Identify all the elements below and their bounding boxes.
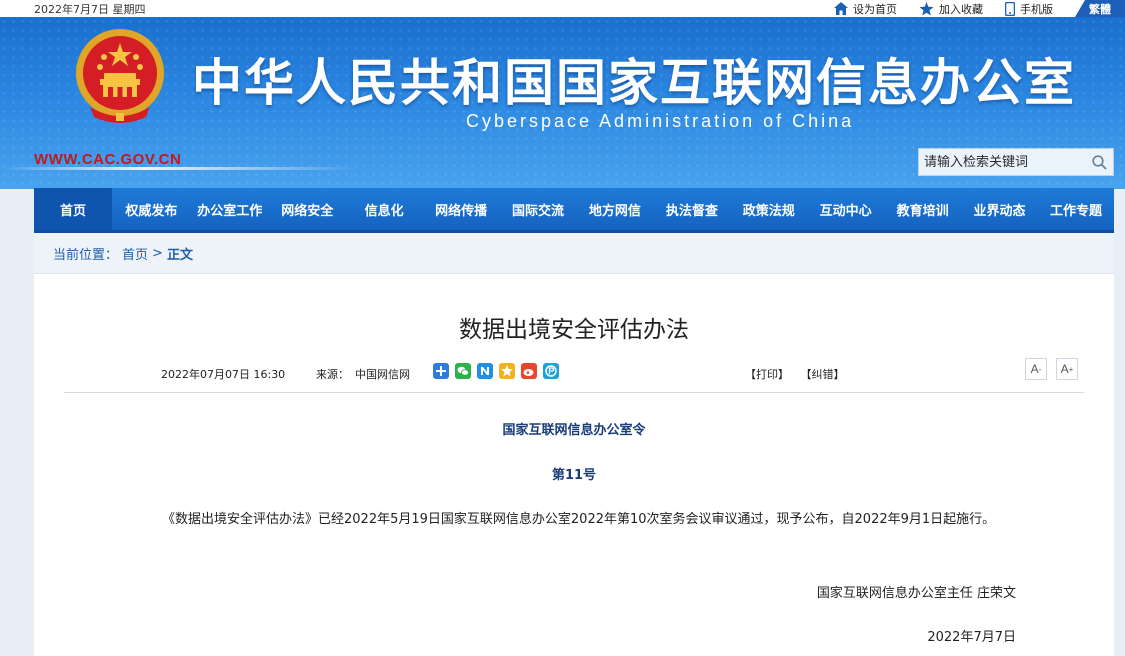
nav-item-international[interactable]: 国际交流 — [500, 188, 577, 230]
nav-item-local[interactable]: 地方网信 — [576, 188, 653, 230]
nav-item-topics[interactable]: 工作专题 — [1038, 188, 1114, 230]
mobile-version-link[interactable]: 手机版 — [1005, 1, 1053, 17]
breadcrumb-separator: > — [152, 245, 163, 261]
top-strip: 2022年7月7日 星期四 设为首页 加入收藏 手机版 繁體 — [0, 0, 1125, 17]
site-title-cn: 中华人民共和国国家互联网信息办公室 — [192, 54, 1076, 112]
set-homepage-label: 设为首页 — [853, 2, 897, 16]
nav-item-office-work[interactable]: 办公室工作 — [191, 188, 269, 230]
traditional-chinese-button[interactable]: 繁體 — [1075, 0, 1125, 17]
phone-icon — [1005, 1, 1015, 16]
search-input[interactable] — [919, 149, 1086, 175]
font-decrease-label: A — [1030, 362, 1039, 376]
print-correct-links: 【打印】 【纠错】 — [745, 366, 853, 382]
nav-item-education[interactable]: 教育培训 — [884, 188, 961, 230]
source-label: 来源： — [316, 368, 349, 381]
breadcrumb-home-link[interactable]: 首页 — [122, 244, 148, 263]
nav-item-home[interactable]: 首页 — [34, 188, 112, 230]
order-title: 国家互联网信息办公室令 — [502, 423, 646, 438]
order-number: 第11号 — [551, 468, 597, 483]
nav-item-enforcement[interactable]: 执法督查 — [653, 188, 730, 230]
nav-item-industry[interactable]: 业界动态 — [961, 188, 1038, 230]
search-button[interactable] — [1086, 149, 1113, 175]
share-more-icon[interactable] — [433, 363, 449, 379]
font-increase-label: A — [1060, 362, 1069, 376]
article-paragraph: 《数据出境安全评估办法》已经2022年5月19日国家互联网信息办公室2022年第… — [162, 512, 996, 527]
nav-item-policy[interactable]: 政策法规 — [730, 188, 807, 230]
breadcrumb-current: 正文 — [166, 247, 193, 263]
current-date: 2022年7月7日 星期四 — [34, 3, 146, 16]
article-datetime: 2022年07月07日 16:30 — [161, 368, 286, 381]
signature-date: 2022年7月7日 — [927, 630, 1016, 645]
correct-link[interactable]: 【纠错】 — [801, 368, 845, 381]
breadcrumb-prefix: 当前位置： — [53, 247, 119, 263]
font-decrease-button[interactable]: A- — [1025, 358, 1047, 380]
national-emblem-icon — [76, 29, 164, 123]
home-icon — [834, 2, 848, 15]
search-box — [918, 148, 1114, 176]
content-panel: 当前位置： 首页 > 正文 数据出境安全评估办法 2022年07月07日 16:… — [34, 233, 1114, 656]
mobile-version-label: 手机版 — [1020, 2, 1053, 16]
share-icons — [433, 363, 565, 379]
article-title: 数据出境安全评估办法 — [459, 317, 689, 343]
font-increase-button[interactable]: A + — [1056, 358, 1078, 380]
set-homepage-link[interactable]: 设为首页 — [834, 1, 897, 17]
nav-item-informatization[interactable]: 信息化 — [346, 188, 423, 230]
signature: 国家互联网信息办公室主任 庄荣文 — [816, 586, 1016, 601]
star-icon — [919, 1, 934, 15]
nav-item-authoritative[interactable]: 权威发布 — [112, 188, 191, 230]
site-url: WWW.CAC.GOV.CN — [34, 151, 182, 168]
netease-icon[interactable] — [477, 363, 493, 379]
site-title-en: Cyberspace Administration of China — [466, 111, 855, 131]
main-nav: 首页 权威发布 办公室工作 网络安全 信息化 网络传播 国际交流 地方网信 执法… — [34, 188, 1114, 233]
header-banner: 中华人民共和国国家互联网信息办公室 Cyberspace Administrat… — [0, 17, 1125, 189]
nav-item-interaction[interactable]: 互动中心 — [807, 188, 884, 230]
nav-item-cybersecurity[interactable]: 网络安全 — [269, 188, 346, 230]
title-divider — [64, 392, 1084, 393]
weibo-icon[interactable] — [521, 363, 537, 379]
search-icon — [1092, 154, 1107, 170]
add-favorite-link[interactable]: 加入收藏 — [919, 1, 983, 17]
print-link[interactable]: 【打印】 — [745, 368, 789, 381]
nav-item-communication[interactable]: 网络传播 — [423, 188, 500, 230]
top-links: 设为首页 加入收藏 手机版 繁體 — [834, 0, 1125, 17]
share-p-icon[interactable] — [543, 363, 559, 379]
wechat-icon[interactable] — [455, 363, 471, 379]
qzone-icon[interactable] — [499, 363, 515, 379]
breadcrumb: 当前位置： 首页 > 正文 — [34, 233, 1114, 274]
article-source: 中国网信网 — [355, 368, 410, 381]
add-favorite-label: 加入收藏 — [939, 2, 983, 16]
